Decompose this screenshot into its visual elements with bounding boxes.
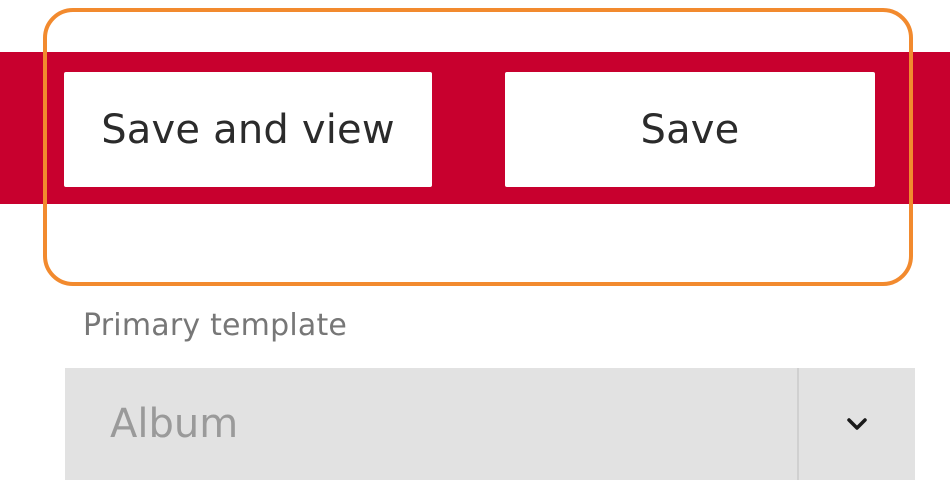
primary-template-select[interactable]: Album — [65, 368, 915, 480]
select-toggle[interactable] — [799, 368, 915, 480]
save-and-view-button[interactable]: Save and view — [64, 72, 432, 187]
primary-template-value: Album — [110, 401, 239, 447]
primary-template-label: Primary template — [83, 308, 348, 343]
save-button[interactable]: Save — [505, 72, 875, 187]
chevron-down-icon — [847, 418, 867, 430]
